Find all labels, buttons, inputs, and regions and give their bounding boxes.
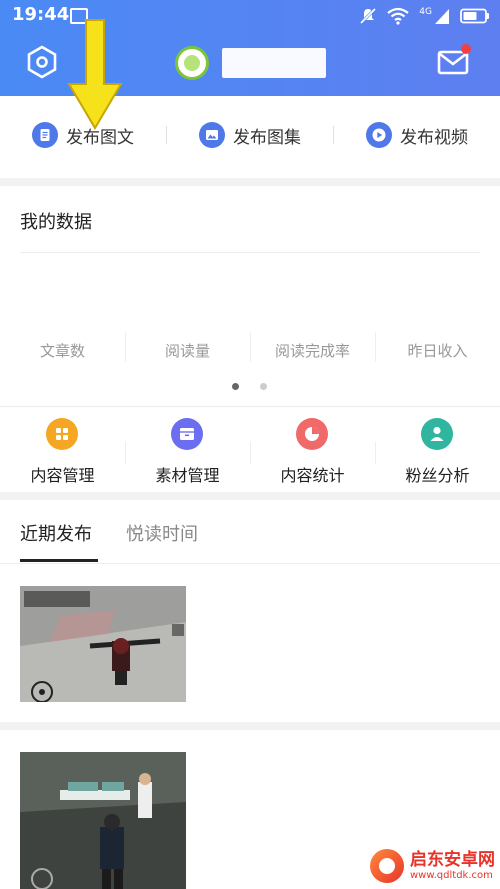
account-name-redacted [222, 48, 326, 78]
recent-posts-card: 近期发布 悦读时间 [0, 500, 500, 722]
tab-reading-time[interactable]: 悦读时间 [126, 520, 198, 546]
signal-icon [435, 9, 449, 24]
watermark-logo-icon [370, 849, 404, 883]
tool-label: 粉丝分析 [405, 466, 470, 485]
status-time: 19:44 [12, 4, 70, 25]
video-play-icon [366, 122, 392, 148]
watermark-url: www.qdltdk.com [410, 870, 493, 881]
tool-content-management[interactable]: 内容管理 [0, 418, 125, 485]
battery-icon [460, 8, 489, 24]
folder-icon [171, 418, 203, 450]
my-data-title: 我的数据 [20, 212, 92, 233]
tool-label: 素材管理 [155, 466, 220, 485]
pie-chart-icon [296, 418, 328, 450]
user-icon [421, 418, 453, 450]
publish-gallery-label: 发布图集 [233, 127, 301, 148]
watermark-name: 启东安卓网 [410, 850, 495, 870]
article-icon [32, 122, 58, 148]
watermark-text: 启东安卓网 www.qdltdk.com [410, 850, 495, 882]
page-dot[interactable] [260, 383, 267, 390]
avatar[interactable] [175, 46, 209, 80]
publish-gallery-button[interactable]: 发布图集 [199, 120, 301, 150]
page-dot-active[interactable] [232, 383, 239, 390]
divider [166, 126, 167, 144]
tool-material-management[interactable]: 素材管理 [125, 418, 250, 485]
settings-hexagon-icon[interactable] [24, 44, 60, 80]
gallery-icon [199, 122, 225, 148]
stat-read-count: 阅读量 [164, 342, 210, 360]
active-tab-indicator [20, 559, 98, 562]
mute-icon [360, 7, 377, 25]
post-thumbnail[interactable] [20, 752, 186, 889]
tool-content-statistics[interactable]: 内容统计 [250, 418, 375, 485]
divider [333, 126, 334, 144]
stat-article-count: 文章数 [39, 342, 85, 360]
post-thumbnail[interactable] [20, 586, 186, 702]
network-type-label: 4G [419, 7, 432, 17]
site-watermark: 启东安卓网 www.qdltdk.com [370, 846, 495, 886]
tool-label: 内容管理 [30, 466, 95, 485]
tool-label: 内容统计 [280, 466, 345, 485]
stat-yesterday-income: 昨日收入 [407, 342, 468, 360]
notification-badge [461, 44, 471, 54]
publish-video-button[interactable]: 发布视频 [366, 120, 468, 150]
publish-video-label: 发布视频 [400, 127, 468, 148]
divider [0, 563, 500, 564]
grid-icon [46, 418, 78, 450]
stat-completion-rate: 阅读完成率 [274, 342, 350, 360]
divider [20, 252, 480, 253]
wifi-icon [387, 7, 409, 25]
tab-recent-posts[interactable]: 近期发布 [20, 520, 92, 546]
divider [0, 406, 500, 407]
tool-fans-analysis[interactable]: 粉丝分析 [375, 418, 500, 485]
status-icons: 4G [359, 5, 490, 27]
annotation-arrow-icon [67, 19, 123, 130]
my-data-card: 我的数据 文章数 阅读量 阅读完成率 昨日收入 内容管理 素材管理 内容统计 粉… [0, 186, 500, 492]
